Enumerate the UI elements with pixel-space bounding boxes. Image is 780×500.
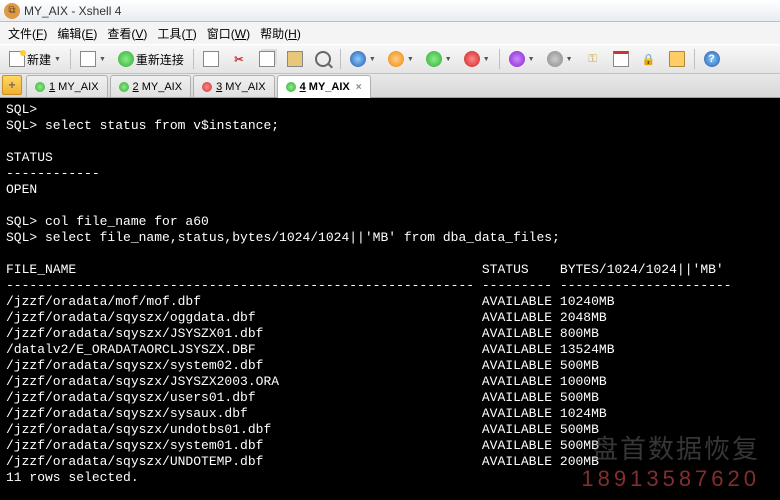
close-icon[interactable]: ×	[356, 82, 362, 93]
copy-icon	[259, 51, 275, 67]
separator	[193, 49, 194, 69]
font-icon	[388, 51, 404, 67]
add-tab-button[interactable]: +	[2, 75, 22, 95]
menu-file[interactable]: 文件(F)	[4, 23, 51, 44]
help-button[interactable]: ?	[699, 48, 725, 70]
folder-button[interactable]	[664, 48, 690, 70]
tab-label: 2 MY_AIX	[133, 81, 183, 93]
key-button[interactable]: ⚿	[580, 48, 606, 70]
separator	[70, 49, 71, 69]
color-icon	[350, 51, 366, 67]
status-dot-icon	[119, 82, 129, 92]
find-icon	[315, 51, 331, 67]
toolbar: 新建▼ ▼ 重新连接 ✂ ▼ ▼ ▼ ▼ ▼ ▼ ⚿ 🔒 ?	[0, 44, 780, 74]
tools2-button[interactable]: ▼	[542, 48, 578, 70]
status-dot-icon	[202, 82, 212, 92]
new-icon	[9, 51, 25, 67]
document-icon	[80, 51, 96, 67]
cut-button[interactable]: ✂	[226, 48, 252, 70]
status-dot-icon	[35, 82, 45, 92]
cut-icon: ✂	[231, 51, 247, 67]
calendar-icon	[613, 51, 629, 67]
lock-icon: 🔒	[641, 51, 657, 67]
reconnect-icon	[118, 51, 134, 67]
tabbar: + 1 MY_AIX 2 MY_AIX 3 MY_AIX 4 MY_AIX ×	[0, 74, 780, 98]
separator	[694, 49, 695, 69]
encoding-button[interactable]: ▼	[421, 48, 457, 70]
quick-icon	[464, 51, 480, 67]
menu-tools[interactable]: 工具(T)	[153, 23, 200, 44]
status-dot-icon	[286, 82, 296, 92]
tab-label: 3 MY_AIX	[216, 81, 266, 93]
menu-view[interactable]: 查看(V)	[103, 23, 151, 44]
properties-icon	[203, 51, 219, 67]
terminal[interactable]: SQL> SQL> select status from v$instance;…	[0, 98, 780, 500]
tab-2[interactable]: 2 MY_AIX	[110, 75, 192, 97]
tab-1[interactable]: 1 MY_AIX	[26, 75, 108, 97]
window-title: MY_AIX - Xshell 4	[24, 4, 121, 18]
tab-label: 4 MY_AIX	[300, 81, 350, 93]
chevron-down-icon: ▼	[54, 56, 61, 63]
separator	[499, 49, 500, 69]
session-button[interactable]: ▼	[75, 48, 111, 70]
menu-window[interactable]: 窗口(W)	[203, 23, 254, 44]
app-icon: ⧉	[4, 3, 20, 19]
lock-button[interactable]: 🔒	[636, 48, 662, 70]
copy-button[interactable]	[254, 48, 280, 70]
reconnect-button[interactable]: 重新连接	[113, 48, 189, 70]
tab-3[interactable]: 3 MY_AIX	[193, 75, 275, 97]
color-button[interactable]: ▼	[345, 48, 381, 70]
properties-button[interactable]	[198, 48, 224, 70]
key-icon: ⚿	[585, 51, 601, 67]
quick-button[interactable]: ▼	[459, 48, 495, 70]
encoding-icon	[426, 51, 442, 67]
menu-help[interactable]: 帮助(H)	[256, 23, 305, 44]
folder-icon	[669, 51, 685, 67]
tools1-button[interactable]: ▼	[504, 48, 540, 70]
titlebar: ⧉ MY_AIX - Xshell 4	[0, 0, 780, 22]
separator	[340, 49, 341, 69]
tab-4[interactable]: 4 MY_AIX ×	[277, 75, 371, 98]
new-button[interactable]: 新建▼	[4, 48, 66, 70]
paste-icon	[287, 51, 303, 67]
menu-edit[interactable]: 编辑(E)	[53, 23, 101, 44]
find-button[interactable]	[310, 48, 336, 70]
font-button[interactable]: ▼	[383, 48, 419, 70]
help-icon: ?	[704, 51, 720, 67]
tool-icon	[509, 51, 525, 67]
menubar: 文件(F) 编辑(E) 查看(V) 工具(T) 窗口(W) 帮助(H)	[0, 22, 780, 44]
gear-icon	[547, 51, 563, 67]
calendar-button[interactable]	[608, 48, 634, 70]
tab-label: 1 MY_AIX	[49, 81, 99, 93]
paste-button[interactable]	[282, 48, 308, 70]
